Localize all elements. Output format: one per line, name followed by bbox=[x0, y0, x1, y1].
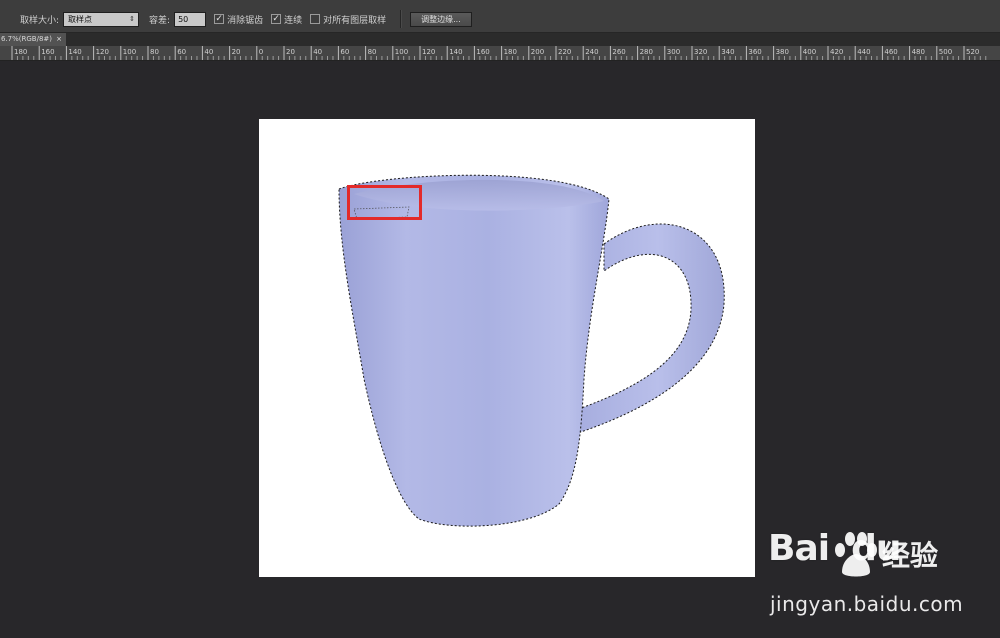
ruler-label: 400 bbox=[803, 48, 816, 56]
options-divider bbox=[400, 10, 403, 28]
ruler-label: 520 bbox=[966, 48, 979, 56]
ruler-label: 160 bbox=[476, 48, 489, 56]
contiguous-checkbox[interactable]: ✓ bbox=[271, 14, 282, 24]
sample-size-value: 取样点 bbox=[68, 14, 93, 24]
ruler-label: 40 bbox=[313, 48, 322, 56]
ruler-label: 60 bbox=[340, 48, 349, 56]
ruler-label: 300 bbox=[667, 48, 680, 56]
document-tab-title: 6.7%(RGB/8#) bbox=[1, 35, 53, 43]
ruler-label: 180 bbox=[504, 48, 517, 56]
ruler-label: 380 bbox=[776, 48, 789, 56]
mug-body bbox=[338, 174, 610, 527]
tolerance-label: 容差: bbox=[149, 15, 171, 26]
ruler-label: 100 bbox=[123, 48, 136, 56]
ruler-label: 260 bbox=[612, 48, 625, 56]
document-tab-bar: 6.7%(RGB/8#) × bbox=[0, 33, 1000, 46]
tool-options-bar: 取样大小: 取样点 ⇕ 容差: 50 ✓ 消除锯齿 ✓ 连续 对所有图层取样 调… bbox=[0, 6, 1000, 33]
ruler-label: 60 bbox=[177, 48, 186, 56]
contiguous-label: 连续 bbox=[284, 15, 303, 26]
ruler-label: 120 bbox=[422, 48, 435, 56]
ruler-label: 140 bbox=[68, 48, 81, 56]
ruler-label: 240 bbox=[585, 48, 598, 56]
close-icon[interactable]: × bbox=[56, 33, 62, 46]
ruler-label: 80 bbox=[150, 48, 159, 56]
sample-size-label: 取样大小: bbox=[20, 15, 60, 26]
mug-image bbox=[338, 174, 725, 527]
ruler-label: 180 bbox=[14, 48, 27, 56]
ruler-label: 360 bbox=[748, 48, 761, 56]
tolerance-input[interactable]: 50 bbox=[174, 11, 207, 27]
ruler-scale: 180 160 140 120 100 80 60 40 20 0 20 40 60 80 100 120 14… bbox=[11, 46, 987, 60]
horizontal-ruler[interactable]: 180 160 140 120 100 80 60 40 20 0 20 40 60 80 100 120 14… bbox=[0, 46, 1000, 61]
ruler-label: 100 bbox=[395, 48, 408, 56]
ruler-label: 340 bbox=[721, 48, 734, 56]
dropdown-arrow-icon: ⇕ bbox=[129, 14, 136, 23]
ruler-label: 200 bbox=[531, 48, 544, 56]
ruler-label: 40 bbox=[204, 48, 213, 56]
ruler-label: 320 bbox=[694, 48, 707, 56]
ruler-label: 0 bbox=[259, 48, 263, 56]
sample-all-layers-label: 对所有图层取样 bbox=[323, 15, 387, 26]
ruler-label: 480 bbox=[912, 48, 925, 56]
watermark-product: 经验 bbox=[882, 539, 939, 572]
anti-alias-label: 消除锯齿 bbox=[227, 15, 264, 26]
watermark-url: jingyan.baidu.com bbox=[770, 592, 964, 616]
paw-icon bbox=[835, 532, 877, 577]
ruler-label: 220 bbox=[558, 48, 571, 56]
ruler-label: 160 bbox=[41, 48, 54, 56]
watermark: Baidu 经验 jingyan.baidu.com bbox=[760, 528, 1000, 628]
ruler-label: 440 bbox=[857, 48, 870, 56]
sample-all-layers-checkbox[interactable] bbox=[310, 14, 321, 24]
ruler-label: 140 bbox=[449, 48, 462, 56]
ruler-label: 20 bbox=[286, 48, 295, 56]
highlight-box bbox=[347, 185, 422, 220]
ruler-label: 500 bbox=[939, 48, 952, 56]
anti-alias-checkbox[interactable]: ✓ bbox=[214, 14, 225, 24]
ruler-label: 20 bbox=[232, 48, 241, 56]
ruler-label: 120 bbox=[96, 48, 109, 56]
refine-edge-button[interactable]: 调整边缘... bbox=[410, 11, 472, 27]
document-tab[interactable]: 6.7%(RGB/8#) × bbox=[0, 33, 66, 46]
ruler-label: 420 bbox=[830, 48, 843, 56]
ruler-label: 460 bbox=[884, 48, 897, 56]
ruler-label: 280 bbox=[640, 48, 653, 56]
sample-size-select[interactable]: 取样点 ⇕ bbox=[63, 11, 140, 27]
ruler-label: 80 bbox=[368, 48, 377, 56]
